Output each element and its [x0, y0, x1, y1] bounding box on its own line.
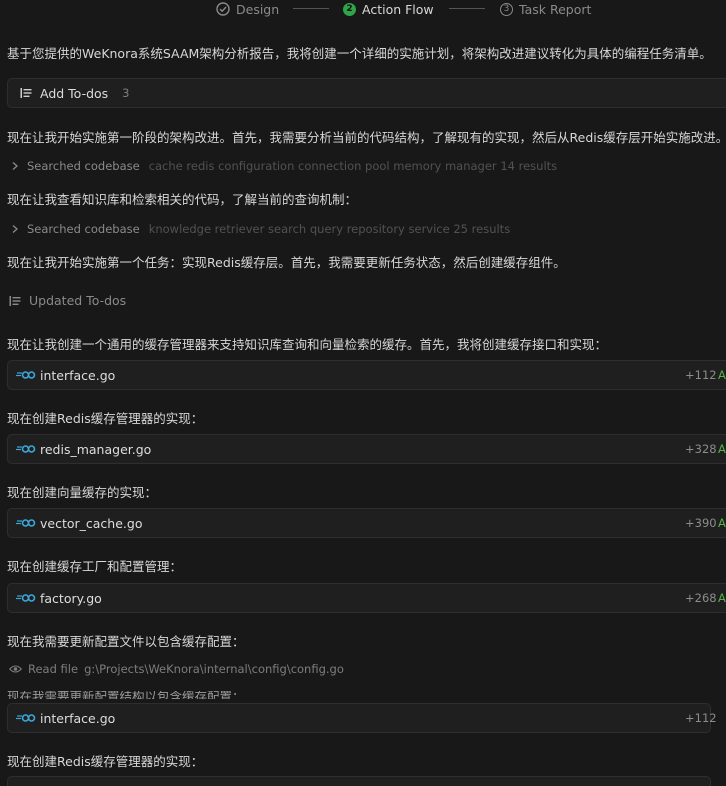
assistant-message: 现在我需要更新配置文件以包含缓存配置：	[7, 634, 245, 649]
partially-hidden-message-text: 现在我需要更新配置结构以包含缓存配置：	[7, 691, 245, 699]
step-action-flow[interactable]: 2 Action Flow	[343, 0, 434, 18]
assistant-message: 现在创建Redis缓存管理器的实现：	[7, 411, 204, 426]
file-card[interactable]: interface.go +112	[7, 703, 717, 733]
assistant-message: 现在让我创建一个通用的缓存管理器来支持知识库查询和向量检索的缓存。首先，我将创建…	[7, 337, 608, 352]
list-icon	[9, 295, 21, 306]
assistant-message: 基于您提供的WeKnora系统SAAM架构分析报告，我将创建一个详细的实施计划，…	[7, 46, 712, 61]
search-label: Searched codebase	[27, 159, 140, 173]
added-badge: A	[718, 442, 726, 456]
step-task-report[interactable]: 3 Task Report	[500, 0, 591, 18]
assistant-message: 现在让我查看知识库和检索相关的代码，了解当前的查询机制：	[7, 192, 358, 207]
step-number: 3	[500, 2, 513, 16]
file-name: vector_cache.go	[40, 515, 143, 531]
go-file-icon	[16, 714, 36, 722]
assistant-message: 现在创建Redis缓存管理器的实现：	[7, 754, 204, 769]
assistant-message: 现在让我开始实施第一阶段的架构改进。首先，我需要分析当前的代码结构，了解现有的实…	[7, 130, 726, 145]
list-icon	[20, 88, 32, 98]
read-file-row[interactable]: Read file g:\Projects\WeKnora\internal\c…	[9, 662, 344, 676]
diff-count: +268	[685, 591, 717, 605]
read-file-path: g:\Projects\WeKnora\internal\config\conf…	[84, 662, 344, 676]
step-design-label: Design	[236, 1, 280, 17]
stepper: Design 2 Action Flow 3 Task Report	[0, 0, 726, 18]
step-action-flow-label: Action Flow	[362, 1, 434, 17]
go-file-icon	[16, 594, 36, 602]
updated-todos-label: Updated To-dos	[29, 293, 127, 308]
add-todos-count: 3	[122, 86, 130, 100]
file-name: redis_manager.go	[40, 441, 152, 457]
add-todos-label: Add To-dos	[40, 85, 109, 101]
added-badge: A	[718, 516, 726, 530]
assistant-message: 现在让我开始实施第一个任务：实现Redis缓存层。首先，我需要更新任务状态，然后…	[7, 255, 566, 270]
step-connector	[449, 8, 485, 9]
search-query: knowledge retriever search query reposit…	[148, 222, 511, 236]
file-card[interactable]: factory.go +268 A	[7, 583, 726, 613]
diff-count: +112	[685, 368, 717, 382]
file-card[interactable]: interface.go +112 A	[7, 360, 726, 390]
file-name: factory.go	[40, 590, 102, 606]
file-name: interface.go	[40, 367, 116, 383]
added-badge: A	[718, 591, 726, 605]
diff-count: +112	[685, 711, 717, 725]
eye-icon	[9, 665, 22, 673]
file-card[interactable]: vector_cache.go +390 A	[7, 508, 726, 538]
assistant-message: 现在创建向量缓存的实现：	[7, 485, 158, 500]
go-file-icon	[16, 371, 36, 379]
step-connector	[293, 8, 329, 9]
go-file-icon	[16, 445, 36, 453]
searched-codebase-row[interactable]: Searched codebase cache redis configurat…	[11, 159, 557, 173]
file-name: interface.go	[40, 710, 116, 726]
file-card[interactable]: redis_manager.go +328 A	[7, 434, 726, 464]
chevron-right-icon	[12, 162, 18, 170]
diff-count: +390	[685, 516, 717, 530]
file-card-partial[interactable]	[7, 776, 711, 786]
added-badge: A	[718, 368, 726, 382]
go-file-icon	[16, 519, 36, 527]
diff-count: +328	[685, 442, 717, 456]
searched-codebase-row[interactable]: Searched codebase knowledge retriever se…	[11, 222, 510, 236]
step-number: 2	[343, 2, 356, 16]
chevron-right-icon	[12, 225, 18, 233]
assistant-message: 现在创建缓存工厂和配置管理：	[7, 559, 183, 574]
search-label: Searched codebase	[27, 222, 140, 236]
partially-hidden-message: 现在我需要更新配置结构以包含缓存配置：	[7, 691, 726, 699]
read-file-label: Read file	[28, 662, 79, 676]
step-design[interactable]: Design	[216, 0, 279, 18]
updated-todos-row[interactable]: Updated To-dos	[9, 293, 126, 308]
step-task-report-label: Task Report	[519, 1, 592, 17]
search-query: cache redis configuration connection poo…	[148, 159, 558, 173]
add-todos-card[interactable]: Add To-dos 3	[7, 78, 726, 108]
check-circle-icon	[216, 2, 230, 16]
